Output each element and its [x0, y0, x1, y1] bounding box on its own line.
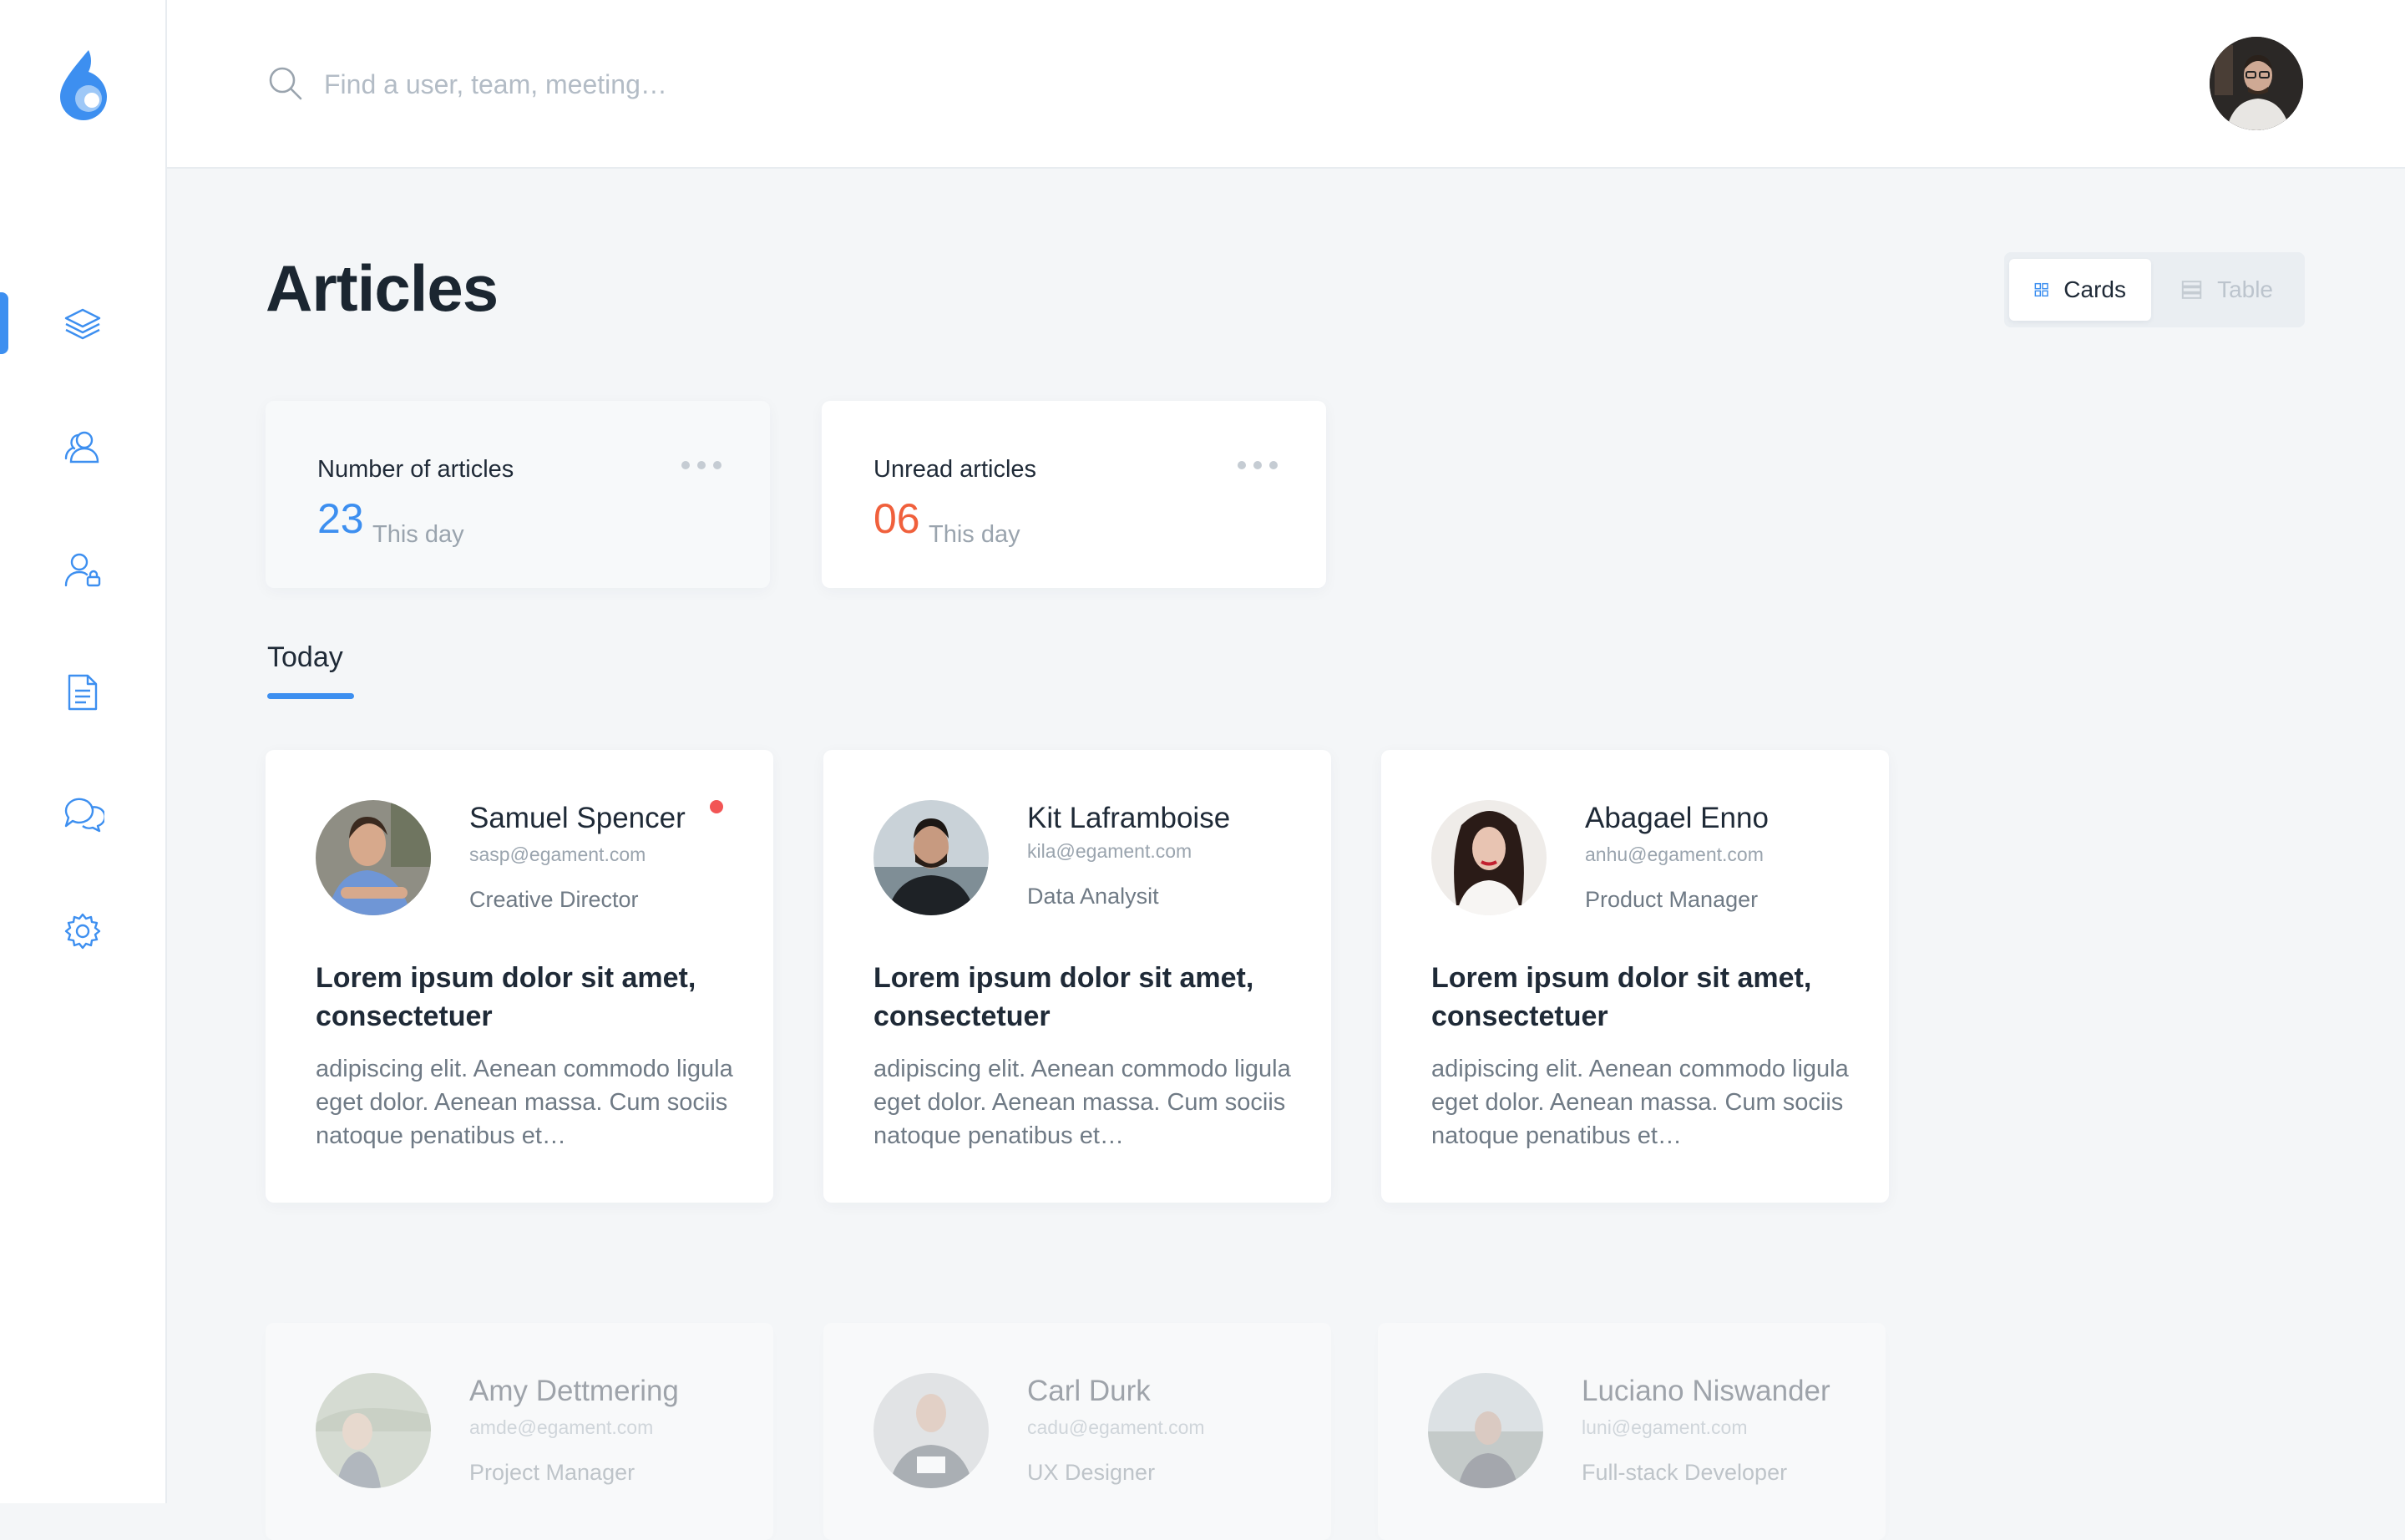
stat-label: Unread articles: [873, 456, 1037, 483]
users-icon: [64, 431, 99, 464]
author-name[interactable]: Carl Durk: [1027, 1375, 1151, 1408]
avatar-photo: [316, 800, 431, 915]
article-excerpt: adipiscing elit. Aenean commodo ligula e…: [1431, 1056, 1849, 1149]
cards-view-button[interactable]: Cards: [2009, 259, 2151, 321]
sidebar-item-chat[interactable]: [0, 777, 165, 852]
avatar: [873, 1373, 989, 1488]
stat-value: 23: [317, 495, 364, 542]
view-toggle: Cards Table: [2004, 252, 2305, 327]
more-icon[interactable]: [1236, 459, 1279, 471]
article-title[interactable]: Lorem ipsum dolor sit amet, consectetuer: [316, 959, 733, 1036]
author-role: Product Manager: [1585, 887, 1759, 912]
sidebar-item-user-lock[interactable]: [0, 533, 165, 608]
article-excerpt: adipiscing elit. Aenean commodo ligula e…: [873, 1056, 1291, 1149]
article-card[interactable]: Carl Durk cadu@egament.com UX Designer: [823, 1323, 1331, 1540]
article-card[interactable]: Amy Dettmering amde@egament.com Project …: [266, 1323, 773, 1540]
stat-sub: This day: [372, 521, 464, 548]
stat-card-articles: Number of articles 23 This day: [266, 401, 770, 588]
stat-sub: This day: [929, 521, 1020, 548]
table-view-label: Table: [2217, 276, 2273, 302]
author-email: kila@egament.com: [1027, 840, 1192, 862]
article-card[interactable]: Abagael Enno anhu@egament.com Product Ma…: [1381, 750, 1889, 1203]
sidebar: [0, 0, 167, 1503]
stat-value: 06: [873, 495, 920, 542]
document-icon: [68, 674, 98, 711]
search-icon: [269, 67, 302, 100]
author-name[interactable]: Kit Laframboise: [1027, 802, 1230, 835]
article-card[interactable]: Luciano Niswander luni@egament.com Full-…: [1378, 1323, 1886, 1540]
sidebar-item-settings[interactable]: [0, 894, 165, 969]
avatar-photo: [316, 1373, 431, 1488]
author-role: UX Designer: [1027, 1460, 1156, 1485]
article-card[interactable]: Samuel Spencer sasp@egament.com Creative…: [266, 750, 773, 1203]
author-role: Creative Director: [469, 887, 639, 912]
author-role: Full-stack Developer: [1582, 1460, 1788, 1485]
page-title: Articles: [266, 251, 499, 325]
gear-icon: [64, 913, 101, 950]
avatar-photo: [1431, 800, 1547, 915]
author-name[interactable]: Amy Dettmering: [469, 1375, 679, 1408]
article-title[interactable]: Lorem ipsum dolor sit amet, consectetuer: [1431, 959, 1849, 1036]
avatar-photo: [1428, 1373, 1543, 1488]
avatar: [1431, 800, 1547, 915]
cards-view-label: Cards: [2063, 276, 2126, 302]
sidebar-item-layers[interactable]: [0, 286, 165, 361]
author-name[interactable]: Luciano Niswander: [1582, 1375, 1830, 1408]
droplet-logo[interactable]: [55, 47, 115, 122]
avatar-photo: [873, 1373, 989, 1488]
chat-icon: [64, 798, 104, 833]
grid-icon: [2034, 282, 2048, 297]
user-lock-icon: [64, 553, 101, 587]
article-title[interactable]: Lorem ipsum dolor sit amet, consectetuer: [873, 959, 1291, 1036]
stat-label: Number of articles: [317, 456, 514, 483]
avatar: [316, 1373, 431, 1488]
author-role: Data Analysit: [1027, 884, 1159, 909]
author-email: cadu@egament.com: [1027, 1416, 1205, 1438]
article-card[interactable]: Kit Laframboise kila@egament.com Data An…: [823, 750, 1331, 1203]
layers-icon: [64, 308, 101, 340]
avatar: [316, 800, 431, 915]
user-avatar-photo: [2210, 37, 2303, 130]
article-excerpt: adipiscing elit. Aenean commodo ligula e…: [316, 1056, 733, 1149]
active-indicator: [0, 292, 8, 354]
table-view-button[interactable]: Table: [2156, 259, 2298, 321]
stat-card-unread: Unread articles 06 This day: [822, 401, 1326, 588]
author-email: anhu@egament.com: [1585, 843, 1764, 865]
user-avatar[interactable]: [2210, 37, 2303, 130]
table-icon: [2181, 281, 2202, 299]
more-icon[interactable]: [680, 459, 723, 471]
search-input[interactable]: [322, 58, 1077, 110]
top-bar: [167, 0, 2405, 169]
avatar-photo: [873, 800, 989, 915]
author-name[interactable]: Abagael Enno: [1585, 802, 1769, 835]
tab-today-underline: [267, 693, 354, 699]
sidebar-item-users[interactable]: [0, 409, 165, 484]
author-email: amde@egament.com: [469, 1416, 654, 1438]
author-role: Project Manager: [469, 1460, 635, 1485]
unread-dot: [710, 800, 723, 813]
sidebar-item-document[interactable]: [0, 655, 165, 730]
author-name[interactable]: Samuel Spencer: [469, 802, 686, 835]
avatar: [1428, 1373, 1543, 1488]
tab-today[interactable]: Today: [267, 641, 343, 674]
avatar: [873, 800, 989, 915]
author-email: luni@egament.com: [1582, 1416, 1748, 1438]
author-email: sasp@egament.com: [469, 843, 646, 865]
